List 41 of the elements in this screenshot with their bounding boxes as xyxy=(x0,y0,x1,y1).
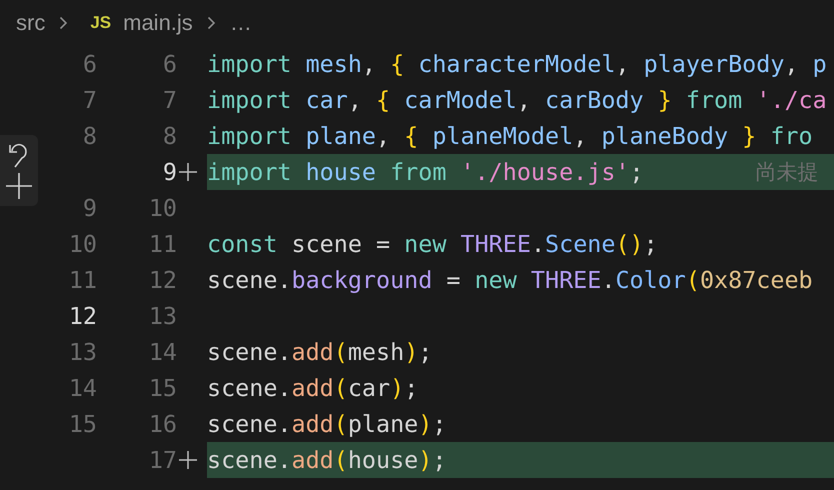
code-line: import plane, { planeModel, planeBody } fro xyxy=(207,122,813,150)
line-number: 14 xyxy=(68,374,97,402)
line-number: 8 xyxy=(82,122,97,150)
line-number: 7 xyxy=(82,86,97,114)
breadcrumb-more[interactable]: … xyxy=(230,10,252,36)
code-line: scene.add(plane); xyxy=(207,410,446,438)
breadcrumb-folder[interactable]: src xyxy=(16,10,46,36)
plus-icon[interactable] xyxy=(6,173,32,200)
code-line: const scene = new THREE.Scene(); xyxy=(207,230,658,258)
line-number: 9 xyxy=(82,194,97,222)
line-number: 14 xyxy=(148,338,177,366)
chevron-right-icon xyxy=(59,16,68,30)
line-number: 13 xyxy=(68,338,97,366)
code-line: scene.background = new THREE.Color(0x87ceeb xyxy=(207,266,813,294)
line-number: 10 xyxy=(148,194,177,222)
line-number: 15 xyxy=(68,410,97,438)
breadcrumb-file[interactable]: main.js xyxy=(123,10,193,36)
line-number: 6 xyxy=(82,50,97,78)
code-line: scene.add(car); xyxy=(207,374,418,402)
code-line: scene.add(mesh); xyxy=(207,338,432,366)
line-number: 13 xyxy=(148,302,177,330)
line-number: 12 xyxy=(68,302,97,330)
code-line: import car, { carModel, carBody } from './ca xyxy=(207,86,827,114)
chevron-right-icon xyxy=(206,16,216,30)
undo-icon[interactable] xyxy=(9,142,29,168)
line-number: 6 xyxy=(162,50,177,78)
line-number: 11 xyxy=(148,230,177,258)
line-number: 9 xyxy=(162,158,177,186)
file-type-label: JS xyxy=(90,13,112,33)
code-line: import house from './house.js'; xyxy=(207,158,644,186)
line-number: 12 xyxy=(148,266,177,294)
line-number: 7 xyxy=(162,86,177,114)
line-number: 10 xyxy=(68,230,97,258)
line-number: 16 xyxy=(148,410,177,438)
line-number: 8 xyxy=(162,122,177,150)
code-line: scene.add(house); xyxy=(207,446,446,474)
line-number: 15 xyxy=(148,374,177,402)
inline-hint: 尚未提 xyxy=(756,159,819,186)
code-line: import mesh, { characterModel, playerBody, p xyxy=(207,50,827,78)
line-number: 11 xyxy=(68,266,97,294)
line-number: 17 xyxy=(148,446,177,474)
